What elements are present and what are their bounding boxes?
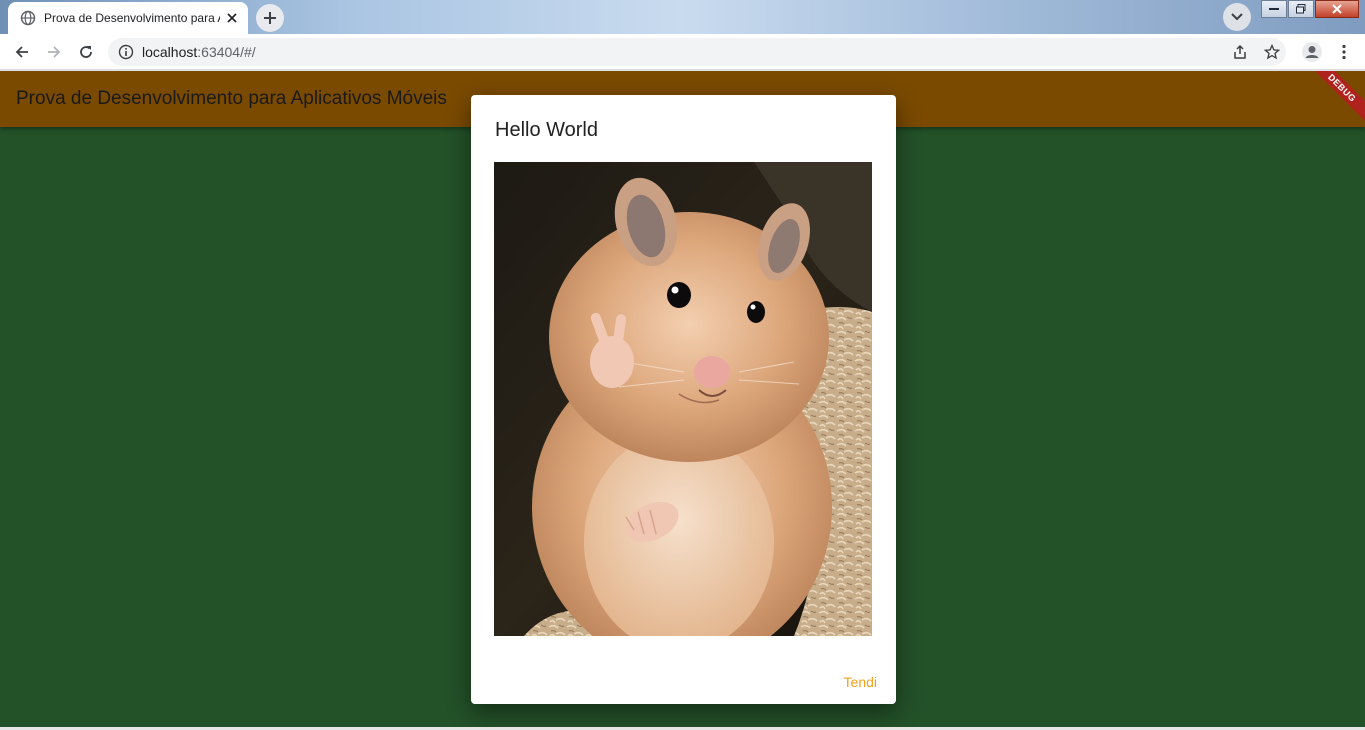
- tendi-button[interactable]: Tendi: [844, 674, 877, 690]
- browser-tab[interactable]: Prova de Desenvolvimento para Aplicativo…: [8, 2, 248, 34]
- tab-search-button[interactable]: [1223, 3, 1251, 31]
- flutter-app: Prova de Desenvolvimento para Aplicativo…: [0, 71, 1365, 730]
- arrow-left-icon: [15, 46, 28, 58]
- tab-strip: Prova de Desenvolvimento para Aplicativo…: [0, 0, 1365, 34]
- more-vert-icon: [1342, 44, 1346, 60]
- back-button[interactable]: [8, 38, 36, 66]
- minimize-icon: [1269, 8, 1279, 10]
- star-icon: [1264, 44, 1280, 60]
- bookmark-button[interactable]: [1258, 38, 1286, 66]
- arrow-right-icon: [48, 46, 61, 58]
- forward-button[interactable]: [40, 38, 68, 66]
- new-tab-button[interactable]: [256, 4, 284, 32]
- url-host: localhost: [142, 44, 198, 60]
- window-controls: [1261, 0, 1360, 20]
- minimize-button[interactable]: [1261, 0, 1287, 18]
- reload-icon: [80, 46, 92, 58]
- dialog-title: Hello World: [495, 119, 598, 141]
- avatar-icon: [1302, 42, 1322, 62]
- tab-title: Prova de Desenvolvimento para Aplicativo…: [44, 11, 220, 25]
- restore-button[interactable]: [1288, 0, 1314, 18]
- window-close-button[interactable]: [1315, 0, 1359, 18]
- alert-dialog: Hello World Tendi: [471, 95, 896, 704]
- share-button[interactable]: [1226, 38, 1254, 66]
- address-bar[interactable]: localhost:63404/#/: [108, 38, 1286, 66]
- browser-toolbar: localhost:63404/#/: [0, 34, 1365, 70]
- profile-button[interactable]: [1298, 38, 1326, 66]
- reload-button[interactable]: [72, 38, 100, 66]
- globe-icon: [20, 10, 36, 26]
- info-icon[interactable]: [118, 44, 134, 60]
- share-icon: [1234, 44, 1246, 59]
- menu-button[interactable]: [1330, 38, 1358, 66]
- url-path: :63404/#/: [197, 44, 256, 60]
- close-icon[interactable]: [224, 10, 240, 26]
- restore-icon: [1296, 4, 1306, 14]
- url-text: localhost:63404/#/: [142, 44, 256, 60]
- chevron-down-icon: [1231, 13, 1243, 21]
- close-icon: [1332, 4, 1342, 14]
- plus-icon: [264, 12, 276, 24]
- hamster-image: [494, 162, 872, 636]
